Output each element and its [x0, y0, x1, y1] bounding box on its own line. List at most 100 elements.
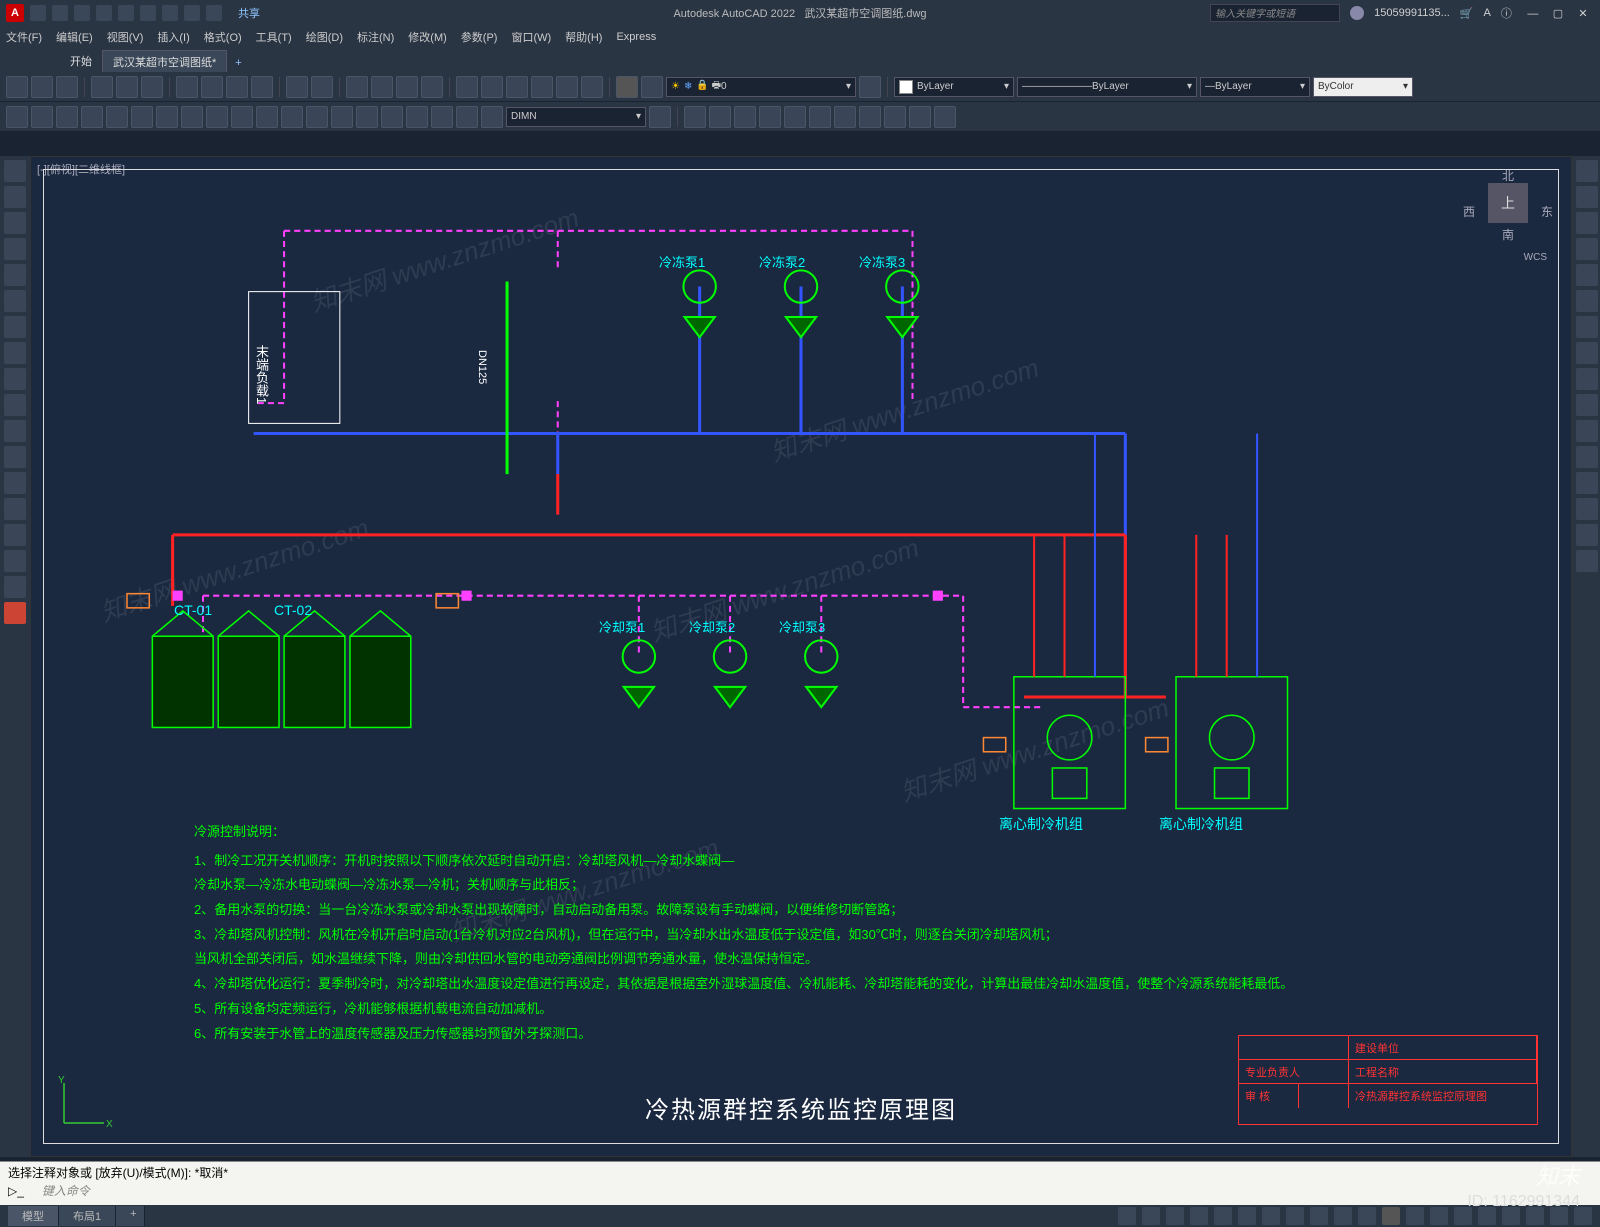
dim-arc-icon[interactable] [56, 106, 78, 128]
command-line[interactable]: 选择注释对象或 [放弃(U)/模式(M)]: *取消* ▷_ 键入命令 [0, 1161, 1600, 1205]
ellipse-icon[interactable] [4, 368, 26, 390]
polygon-icon[interactable] [4, 238, 26, 260]
zoom-prev-icon[interactable] [421, 76, 443, 98]
trim2-icon[interactable] [1576, 550, 1598, 572]
erase-icon[interactable] [1576, 316, 1598, 338]
menu-file[interactable]: 文件(F) [6, 29, 42, 45]
zoom2-icon[interactable] [1576, 212, 1598, 234]
osnap-icon[interactable] [1238, 1207, 1256, 1225]
undo-icon[interactable] [286, 76, 308, 98]
sheetset-icon[interactable] [531, 76, 553, 98]
mirror-icon[interactable] [784, 106, 806, 128]
move-icon[interactable] [684, 106, 706, 128]
dim-aligned-icon[interactable] [31, 106, 53, 128]
viewcube-top[interactable]: 上 [1488, 183, 1528, 223]
viewcube-wcs[interactable]: WCS [1524, 252, 1547, 263]
copy-icon[interactable] [201, 76, 223, 98]
menu-bar[interactable]: 文件(F) 编辑(E) 视图(V) 插入(I) 格式(O) 工具(T) 绘图(D… [0, 26, 1600, 48]
lwt-icon[interactable] [1286, 1207, 1304, 1225]
menu-help[interactable]: 帮助(H) [565, 29, 602, 45]
menu-insert[interactable]: 插入(I) [157, 29, 189, 45]
qat-plot-icon[interactable] [162, 5, 178, 21]
block-insert-icon[interactable] [4, 420, 26, 442]
menu-view[interactable]: 视图(V) [107, 29, 144, 45]
dcenter-icon[interactable] [481, 76, 503, 98]
grid-icon[interactable] [1142, 1207, 1160, 1225]
stretch-icon[interactable] [1576, 524, 1598, 546]
dim-jogged-icon[interactable] [131, 106, 153, 128]
viewcube-north[interactable]: 北 [1502, 167, 1514, 184]
layer-prev-icon[interactable] [641, 76, 663, 98]
dim-diameter-icon[interactable] [156, 106, 178, 128]
dim-update-icon[interactable] [481, 106, 503, 128]
menu-format[interactable]: 格式(O) [204, 29, 242, 45]
hatch-icon[interactable] [4, 498, 26, 520]
dim-quick-icon[interactable] [206, 106, 228, 128]
showmotion-icon[interactable] [1576, 290, 1598, 312]
quick-access-toolbar[interactable] [30, 5, 222, 21]
annomonitor-icon[interactable] [1406, 1207, 1424, 1225]
layer-tools-icon[interactable] [859, 76, 881, 98]
open-icon[interactable] [31, 76, 53, 98]
offset2-icon[interactable] [1576, 394, 1598, 416]
menu-modify[interactable]: 修改(M) [408, 29, 447, 45]
save-icon[interactable] [56, 76, 78, 98]
snap-icon[interactable] [1166, 1207, 1184, 1225]
array-icon[interactable] [834, 106, 856, 128]
qat-cloud-open-icon[interactable] [118, 5, 134, 21]
viewcube-east[interactable]: 东 [1541, 203, 1553, 220]
dim-angular-icon[interactable] [181, 106, 203, 128]
dimension-toolbar[interactable]: DIMN▾ [0, 102, 1600, 132]
rotate-icon[interactable] [734, 106, 756, 128]
command-input[interactable]: 键入命令 [24, 1182, 90, 1200]
point-icon[interactable] [4, 472, 26, 494]
extend-icon[interactable] [884, 106, 906, 128]
markup-icon[interactable] [556, 76, 578, 98]
orbit-icon[interactable] [1576, 238, 1598, 260]
tab-start[interactable]: 开始 [60, 50, 102, 72]
rotate2-icon[interactable] [1576, 472, 1598, 494]
share-button[interactable]: 共享 [230, 5, 268, 21]
menu-express[interactable]: Express [616, 31, 656, 43]
pan-icon[interactable] [346, 76, 368, 98]
dim-ordinate-icon[interactable] [81, 106, 103, 128]
preview-icon[interactable] [116, 76, 138, 98]
pline-icon[interactable] [4, 212, 26, 234]
zoom-icon[interactable] [371, 76, 393, 98]
cycling-icon[interactable] [1334, 1207, 1352, 1225]
dim-linear-icon[interactable] [6, 106, 28, 128]
ellipse-arc-icon[interactable] [4, 394, 26, 416]
units-icon[interactable] [1430, 1207, 1448, 1225]
menu-tools[interactable]: 工具(T) [256, 29, 292, 45]
add-layout-button[interactable]: + [116, 1206, 145, 1226]
dim-tedit-icon[interactable] [456, 106, 478, 128]
dim-radius-icon[interactable] [106, 106, 128, 128]
menu-draw[interactable]: 绘图(D) [306, 29, 343, 45]
region-icon[interactable] [4, 550, 26, 572]
tab-layout1[interactable]: 布局1 [59, 1206, 116, 1226]
maximize-button[interactable]: ▢ [1547, 7, 1569, 20]
fillet-icon[interactable] [909, 106, 931, 128]
inspect-icon[interactable] [381, 106, 403, 128]
otrack-icon[interactable] [1262, 1207, 1280, 1225]
transparency-icon[interactable] [1310, 1207, 1328, 1225]
match-icon[interactable] [251, 76, 273, 98]
cut-icon[interactable] [176, 76, 198, 98]
offset-icon[interactable] [809, 106, 831, 128]
linetype-selector[interactable]: ——————— ByLayer▾ [1017, 77, 1197, 97]
copy2-icon[interactable] [1576, 342, 1598, 364]
qat-redo-icon[interactable] [206, 5, 222, 21]
help-search-input[interactable]: 输入关键字或短语 [1210, 4, 1340, 22]
viewcube-west[interactable]: 西 [1463, 203, 1475, 220]
paste-icon[interactable] [226, 76, 248, 98]
center-icon[interactable] [356, 106, 378, 128]
explode-icon[interactable] [934, 106, 956, 128]
ortho-icon[interactable] [1190, 1207, 1208, 1225]
array2-icon[interactable] [1576, 420, 1598, 442]
minimize-button[interactable]: — [1522, 8, 1544, 20]
redo-icon[interactable] [311, 76, 333, 98]
layer-selector[interactable]: ☀❄🔒 🖶 0 ▾ [666, 77, 856, 97]
xline-icon[interactable] [4, 186, 26, 208]
draw-toolbar-left[interactable] [0, 156, 30, 1157]
dim-continue-icon[interactable] [256, 106, 278, 128]
